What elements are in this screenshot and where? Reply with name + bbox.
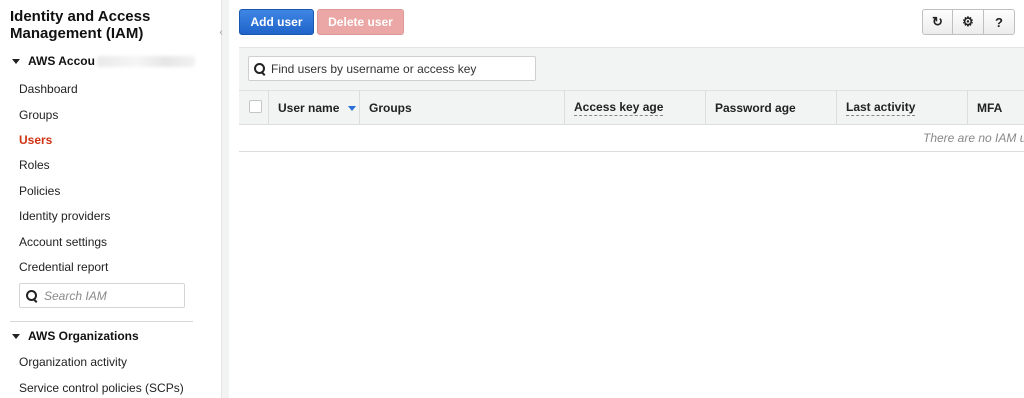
sidebar-item-roles[interactable]: Roles — [19, 158, 50, 172]
sort-desc-icon — [348, 105, 357, 111]
aws-account-toggle[interactable]: AWS Accou — [12, 53, 195, 69]
refresh-icon[interactable]: ↻ — [922, 9, 953, 35]
column-label: Groups — [369, 101, 412, 115]
sidebar-item-scps[interactable]: Service control policies (SCPs) — [19, 381, 184, 395]
sidebar-search — [19, 283, 185, 308]
table-header: User name Groups Access key age Password… — [239, 90, 1024, 125]
sidebar-item-account-settings[interactable]: Account settings — [19, 235, 107, 249]
account-id-redacted — [96, 55, 195, 67]
column-label: Password age — [715, 101, 796, 115]
sidebar-item-dashboard[interactable]: Dashboard — [19, 82, 78, 96]
help-icon[interactable]: ? — [984, 9, 1015, 35]
aws-organizations-label: AWS Organizations — [28, 329, 139, 343]
column-label: Access key age — [574, 100, 664, 116]
sidebar-title: Identity and Access Management (IAM) — [10, 8, 151, 42]
collapse-sidebar-icon[interactable]: ‹ — [216, 26, 226, 40]
user-search — [248, 56, 536, 81]
delete-user-button: Delete user — [317, 9, 404, 35]
column-label: Last activity — [846, 100, 916, 116]
gear-icon[interactable]: ⚙ — [953, 9, 984, 35]
select-all-checkbox[interactable] — [249, 100, 262, 113]
sidebar: Identity and Access Management (IAM) AWS… — [0, 0, 222, 398]
caret-down-icon — [12, 333, 20, 339]
user-search-input[interactable] — [271, 61, 531, 76]
add-user-button[interactable]: Add user — [239, 9, 314, 35]
column-password-age[interactable]: Password age — [705, 91, 836, 125]
aws-organizations-toggle[interactable]: AWS Organizations — [12, 328, 139, 344]
sidebar-item-users[interactable]: Users — [19, 133, 52, 147]
column-access-key-age[interactable]: Access key age — [564, 91, 705, 125]
caret-down-icon — [12, 58, 20, 64]
search-icon — [26, 289, 38, 302]
sidebar-item-credential-report[interactable]: Credential report — [19, 260, 108, 274]
search-icon — [254, 62, 266, 75]
column-user-name[interactable]: User name — [268, 91, 359, 125]
column-label: User name — [278, 101, 340, 115]
sidebar-item-groups[interactable]: Groups — [19, 108, 58, 122]
sidebar-divider-line — [10, 321, 193, 322]
empty-table-message: There are no IAM u — [923, 131, 1024, 145]
sidebar-item-organization-activity[interactable]: Organization activity — [19, 355, 127, 369]
sidebar-splitter[interactable] — [221, 0, 229, 398]
column-groups[interactable]: Groups — [359, 91, 564, 125]
sidebar-item-identity-providers[interactable]: Identity providers — [19, 209, 110, 223]
column-last-activity[interactable]: Last activity — [836, 91, 967, 125]
aws-account-label: AWS Accou — [28, 54, 95, 68]
table-row-divider — [239, 151, 1024, 152]
column-label: MFA — [977, 101, 1003, 115]
sidebar-item-policies[interactable]: Policies — [19, 184, 60, 198]
column-mfa[interactable]: MFA — [967, 91, 1024, 125]
search-iam-input[interactable] — [44, 288, 182, 303]
